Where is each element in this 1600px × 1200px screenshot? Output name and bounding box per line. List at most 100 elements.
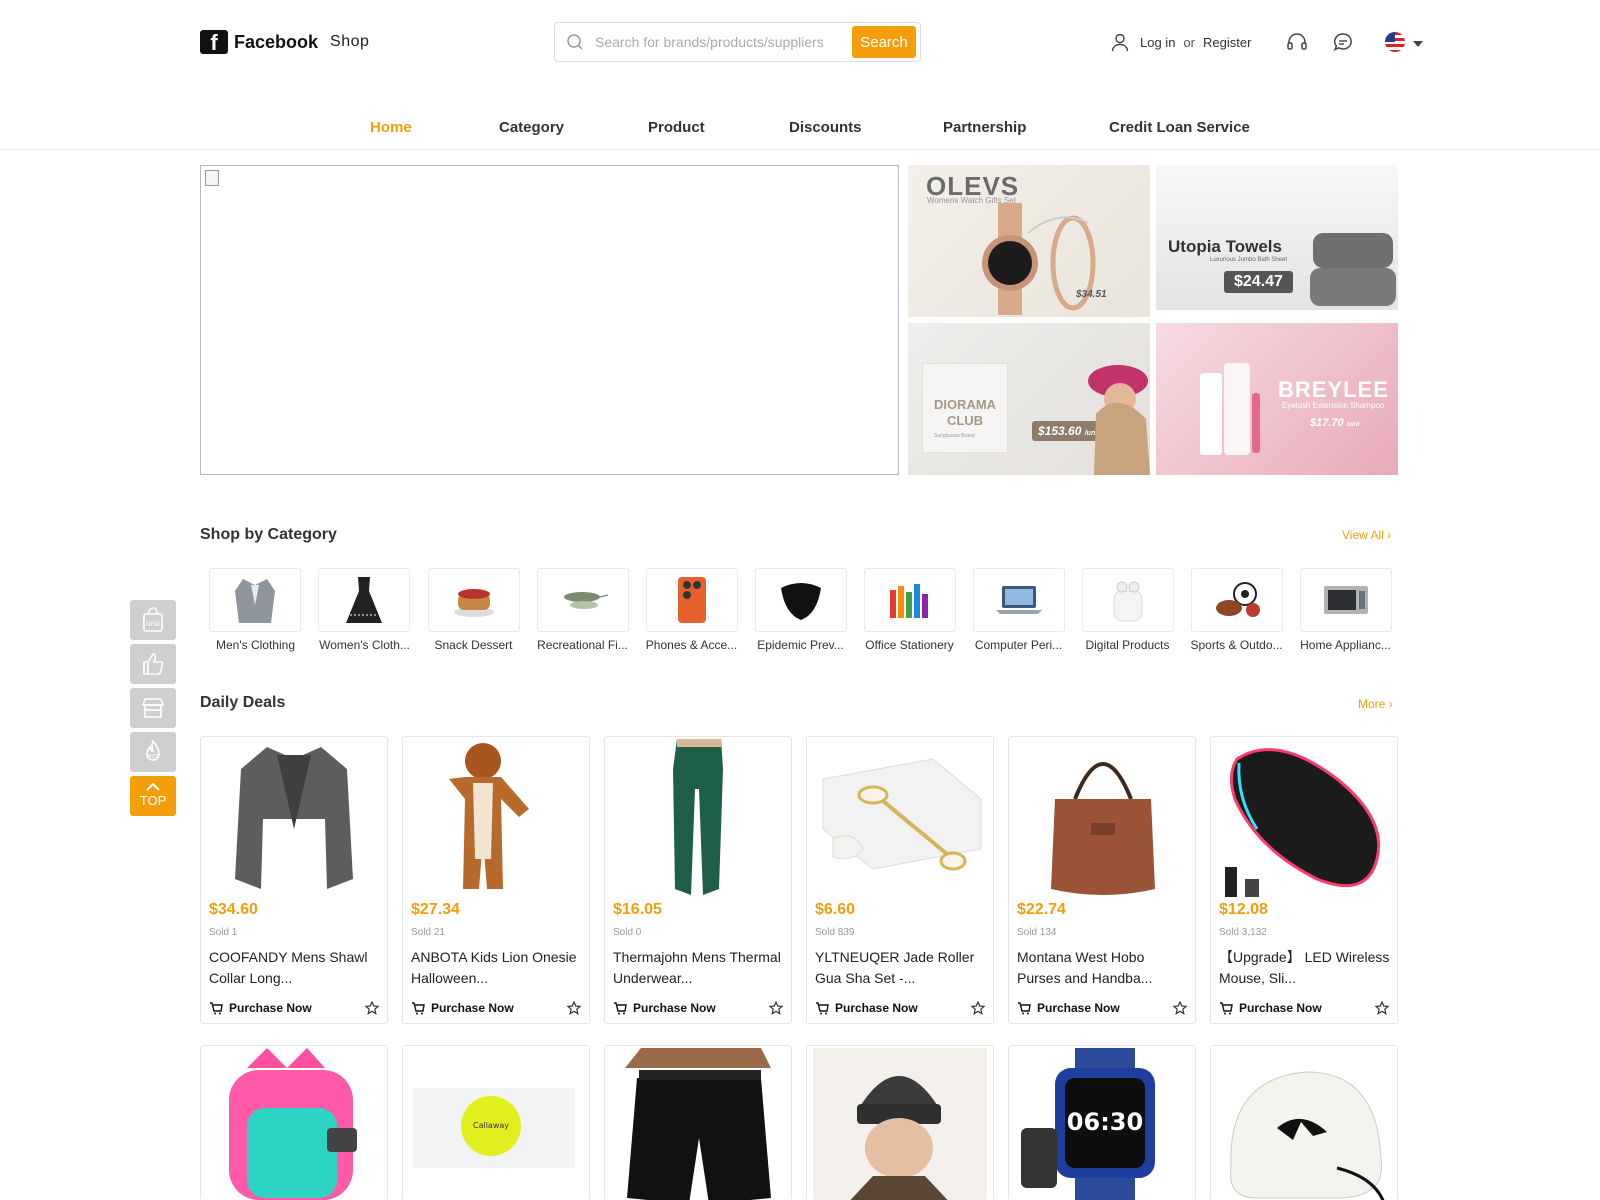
- category-label[interactable]: Women's Cloth...: [310, 638, 419, 652]
- favorite-star-icon[interactable]: [364, 1000, 380, 1020]
- headset-icon[interactable]: [1285, 30, 1309, 54]
- product-card[interactable]: $34.60 Sold 1 COOFANDY Mens Shawl Collar…: [200, 736, 388, 1024]
- nav-partnership[interactable]: Partnership: [943, 119, 1026, 136]
- purchase-now-label: Purchase Now: [229, 1001, 312, 1015]
- category-tile-recreational-fishing[interactable]: [537, 568, 629, 632]
- product-card[interactable]: [806, 1045, 994, 1200]
- purchase-now-button[interactable]: Purchase Now: [815, 1001, 918, 1015]
- category-tile-computer-peripherals[interactable]: [973, 568, 1065, 632]
- main-carousel-banner[interactable]: [200, 165, 899, 475]
- promo-olevs[interactable]: OLEVS Womens Watch Gifts Set $34.51: [908, 165, 1150, 317]
- nav-home[interactable]: Home: [370, 119, 412, 136]
- promo-price: $24.47: [1224, 271, 1293, 293]
- category-tile-sports-outdoors[interactable]: [1191, 568, 1283, 632]
- nav-discounts[interactable]: Discounts: [789, 119, 862, 136]
- site-logo[interactable]: f Facebook Shop: [200, 30, 369, 55]
- category-label[interactable]: Office Stationery: [855, 638, 964, 652]
- category-label[interactable]: Computer Peri...: [964, 638, 1073, 652]
- nav-category[interactable]: Category: [499, 119, 564, 136]
- category-tile-womens-clothing[interactable]: [318, 568, 410, 632]
- svg-text:Callaway: Callaway: [473, 1121, 509, 1130]
- category-label[interactable]: Men's Clothing: [201, 638, 310, 652]
- back-to-top-button[interactable]: TOP: [130, 776, 176, 816]
- svg-text:06:30: 06:30: [1067, 1108, 1143, 1136]
- category-label[interactable]: Snack Dessert: [419, 638, 528, 652]
- category-tile-mens-clothing[interactable]: [209, 568, 301, 632]
- pancake-icon: [454, 589, 494, 617]
- product-card[interactable]: $12.08 Sold 3,132 【Upgrade】 LED Wireless…: [1210, 736, 1398, 1024]
- favorite-star-icon[interactable]: [1374, 1000, 1390, 1020]
- cart-icon: [816, 1002, 829, 1015]
- promo-unit: /unit: [1346, 422, 1360, 428]
- purchase-now-button[interactable]: Purchase Now: [1017, 1001, 1120, 1015]
- mask-icon: [781, 583, 821, 620]
- search-input[interactable]: [595, 24, 852, 60]
- purchase-now-button[interactable]: Purchase Now: [1219, 1001, 1322, 1015]
- product-card[interactable]: 06:30: [1008, 1045, 1196, 1200]
- category-label[interactable]: Home Applianc...: [1291, 638, 1400, 652]
- nav-product[interactable]: Product: [648, 119, 705, 136]
- product-card[interactable]: $22.74 Sold 134 Montana West Hobo Purses…: [1008, 736, 1196, 1024]
- product-name[interactable]: Thermajohn Mens Thermal Underwear...: [613, 947, 785, 989]
- product-price: $12.08: [1219, 901, 1268, 918]
- product-name[interactable]: ANBOTA Kids Lion Onesie Halloween...: [411, 947, 583, 989]
- side-recommend-button[interactable]: [130, 644, 176, 684]
- product-card[interactable]: $6.60 Sold 839 YLTNEUQER Jade Roller Gua…: [806, 736, 994, 1024]
- product-name[interactable]: Montana West Hobo Purses and Handba...: [1017, 947, 1189, 989]
- more-link[interactable]: More ›: [1358, 697, 1393, 711]
- favorite-star-icon[interactable]: [768, 1000, 784, 1020]
- category-tile-home-appliances[interactable]: [1300, 568, 1392, 632]
- side-store-button[interactable]: [130, 688, 176, 728]
- favorite-star-icon[interactable]: [970, 1000, 986, 1020]
- category-tile-office-stationery[interactable]: [864, 568, 956, 632]
- favorite-star-icon[interactable]: [566, 1000, 582, 1020]
- purchase-now-button[interactable]: Purchase Now: [209, 1001, 312, 1015]
- chevron-right-icon: ›: [1387, 528, 1392, 542]
- category-label[interactable]: Sports & Outdo...: [1182, 638, 1291, 652]
- purchase-now-button[interactable]: Purchase Now: [613, 1001, 716, 1015]
- model-image: [1088, 365, 1150, 475]
- category-label[interactable]: Recreational Fi...: [528, 638, 637, 652]
- product-name[interactable]: 【Upgrade】 LED Wireless Mouse, Sli...: [1219, 947, 1391, 989]
- side-hot-button[interactable]: HOT: [130, 732, 176, 772]
- category-tile-digital-products[interactable]: [1082, 568, 1174, 632]
- us-flag-icon[interactable]: [1385, 32, 1406, 52]
- product-sold-count: Sold 3,132: [1219, 927, 1267, 938]
- product-card[interactable]: $27.34 Sold 21 ANBOTA Kids Lion Onesie H…: [402, 736, 590, 1024]
- register-link[interactable]: Register: [1203, 35, 1251, 50]
- category-tile-snack-dessert[interactable]: [428, 568, 520, 632]
- login-link[interactable]: Log in: [1140, 35, 1175, 50]
- product-card[interactable]: $16.05 Sold 0 Thermajohn Mens Thermal Un…: [604, 736, 792, 1024]
- chat-icon[interactable]: [1331, 30, 1355, 54]
- product-card[interactable]: Callaway: [402, 1045, 590, 1200]
- category-label[interactable]: Phones & Acce...: [637, 638, 746, 652]
- shampoo-image: [1200, 363, 1260, 455]
- promo-utopia-towels[interactable]: Utopia Towels Luxurious Jumbo Bath Sheet…: [1156, 165, 1398, 310]
- cart-icon: [210, 1002, 223, 1015]
- product-price: $22.74: [1017, 901, 1066, 918]
- phone-icon: [678, 577, 706, 623]
- search-button[interactable]: Search: [852, 26, 916, 58]
- category-tile-epidemic-prevention[interactable]: [755, 568, 847, 632]
- product-card[interactable]: [1210, 1045, 1398, 1200]
- view-all-link[interactable]: View All ›: [1342, 528, 1391, 542]
- product-name[interactable]: YLTNEUQER Jade Roller Gua Sha Set -...: [815, 947, 987, 989]
- category-label[interactable]: Epidemic Prev...: [746, 638, 855, 652]
- nav-credit-loan[interactable]: Credit Loan Service: [1109, 119, 1250, 136]
- side-new-button[interactable]: NEW: [130, 600, 176, 640]
- favorite-star-icon[interactable]: [1172, 1000, 1188, 1020]
- promo-price: $34.51: [1076, 289, 1107, 300]
- user-icon[interactable]: [1108, 30, 1132, 54]
- promo-breylee[interactable]: BREYLEE Eyelash Extension Shampoo $17.70…: [1156, 323, 1398, 475]
- category-tile-phones[interactable]: [646, 568, 738, 632]
- product-name[interactable]: COOFANDY Mens Shawl Collar Long...: [209, 947, 381, 989]
- purchase-now-button[interactable]: Purchase Now: [411, 1001, 514, 1015]
- chevron-down-icon[interactable]: [1413, 35, 1424, 50]
- product-card[interactable]: [604, 1045, 792, 1200]
- golf-ball-image: Callaway: [413, 1088, 575, 1168]
- promo-diorama-club[interactable]: DIORAMA CLUB Sunglasses Brand $153.60 /u…: [908, 323, 1150, 475]
- top-label: TOP: [139, 793, 167, 808]
- product-card[interactable]: [200, 1045, 388, 1200]
- category-label[interactable]: Digital Products: [1073, 638, 1182, 652]
- promo-title: Utopia Towels: [1168, 237, 1282, 256]
